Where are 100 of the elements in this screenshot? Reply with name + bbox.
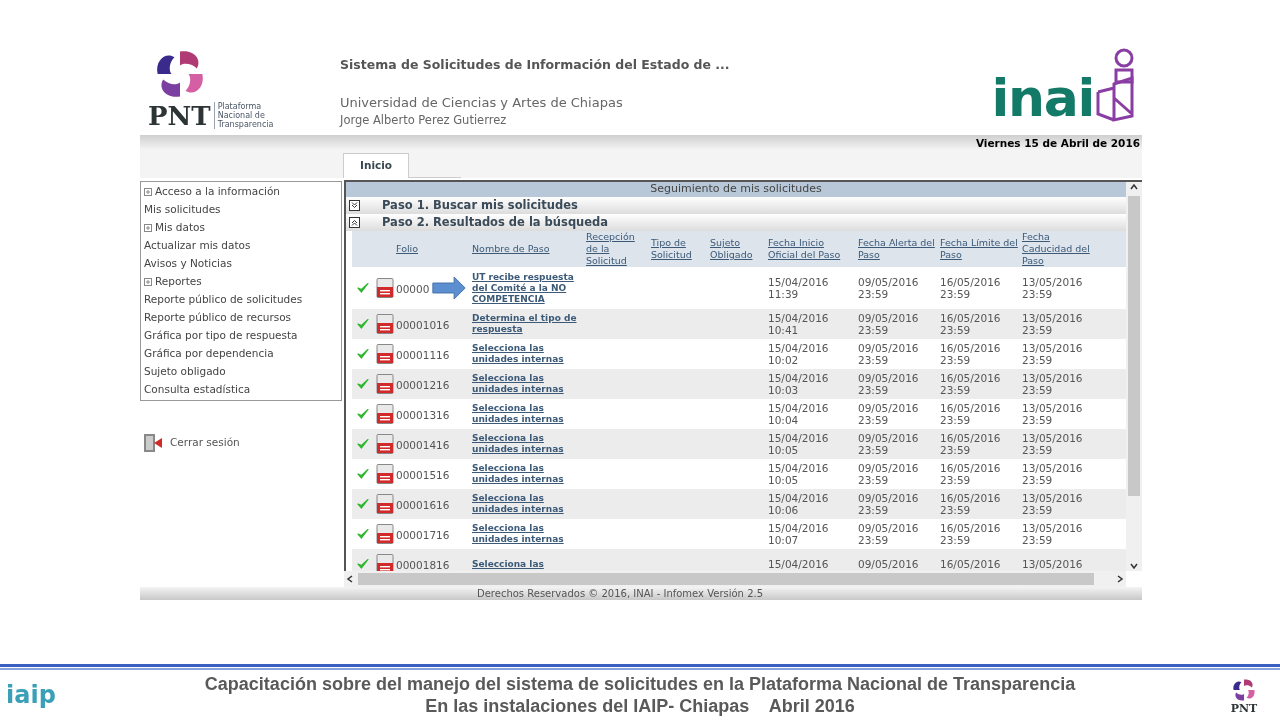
- tab[interactable]: Inicio: [343, 153, 410, 178]
- menu-section[interactable]: Acceso a la información: [155, 184, 280, 200]
- brand-logo-text: inai: [991, 72, 1094, 124]
- pdf-icon[interactable]: [376, 434, 394, 454]
- menu-link[interactable]: Avisos y Noticias: [144, 256, 232, 272]
- date-cell-text: 09/05/2016 23:59: [858, 492, 920, 516]
- step-link[interactable]: Selecciona las unidades internas: [472, 433, 586, 455]
- date-cell-text: 16/05/2016 23:59: [940, 312, 1002, 336]
- pdf-icon[interactable]: [376, 344, 394, 364]
- date-cell-text: 13/05/2016 23:59: [1022, 312, 1084, 336]
- folio-cell: 00001816: [396, 559, 450, 571]
- pdf-icon[interactable]: [376, 554, 394, 571]
- menu-section[interactable]: Reportes: [155, 274, 202, 290]
- collapse-icon[interactable]: [349, 217, 360, 228]
- vertical-scrollbar[interactable]: [1126, 182, 1142, 571]
- step-link[interactable]: Selecciona las unidades internas: [472, 463, 586, 485]
- column-header[interactable]: Folio: [396, 243, 468, 255]
- date-cell-text: 09/05/2016 23:59: [858, 276, 920, 300]
- date-cell-text: 13/05/2016 23:59: [1022, 432, 1084, 456]
- folio-cell: 00001516: [396, 469, 450, 481]
- corner-logo-text: PNT: [1230, 702, 1258, 714]
- date-cell-text: 09/05/2016 23:59: [858, 432, 920, 456]
- menu-link[interactable]: Reporte público de solicitudes: [144, 292, 303, 308]
- menu-link[interactable]: Actualizar mis datos: [144, 238, 251, 254]
- date-cell-text: 13/05/2016 23:59: [1022, 492, 1084, 516]
- menu-link[interactable]: Reporte público de recursos: [144, 310, 292, 326]
- date-cell-text: 15/04/2016 11:39: [768, 276, 830, 300]
- step-link[interactable]: Selecciona las unidades internas: [472, 373, 586, 395]
- pdf-icon[interactable]: [376, 314, 394, 334]
- date-cell-text: 09/05/2016 23:59: [858, 342, 920, 366]
- step-link[interactable]: Selecciona las: [472, 558, 586, 570]
- menu-link[interactable]: Gráfica por tipo de respuesta: [144, 328, 298, 344]
- scroll-down-icon[interactable]: [1129, 561, 1139, 571]
- date-cell-text: 15/04/2016 10:04: [768, 402, 830, 426]
- date-cell-text: 13/05/2016 23:59: [1022, 402, 1084, 426]
- date-cell-text: 13/05/2016 23:59: [1022, 342, 1084, 366]
- column-header[interactable]: Recepción de la Solicitud: [586, 231, 647, 267]
- date-cell-text: 15/04/2016: [768, 558, 830, 570]
- pdf-icon[interactable]: [376, 464, 394, 484]
- expand-icon[interactable]: [349, 200, 360, 211]
- system-title: Sistema de Solicitudes de Información del Estado de ...: [340, 56, 730, 74]
- column-header[interactable]: Fecha Alerta del Paso: [858, 237, 936, 261]
- column-header[interactable]: Sujeto Obligado: [710, 237, 764, 261]
- date-cell-text: 16/05/2016 23:59: [940, 462, 1002, 486]
- menu-link[interactable]: Consulta estadística: [144, 382, 251, 398]
- pdf-icon[interactable]: [376, 278, 394, 298]
- pdf-icon[interactable]: [376, 404, 394, 424]
- date-cell-text: 09/05/2016 23:59: [858, 312, 920, 336]
- date-cell-text: 16/05/2016 23:59: [940, 342, 1002, 366]
- date-cell-text: 15/04/2016 10:03: [768, 372, 830, 396]
- date-cell-text: 16/05/2016 23:59: [940, 432, 1002, 456]
- folio-cell: 00001316: [396, 409, 450, 421]
- date-cell-text: 09/05/2016 23:59: [858, 372, 920, 396]
- date-cell-text: 16/05/2016 23:59: [940, 372, 1002, 396]
- copyright-footer: Derechos Reservados © 2016, INAI - Infomex Versión 2.5: [477, 586, 764, 601]
- step-link[interactable]: Selecciona las unidades internas: [472, 403, 586, 425]
- date-cell-text: 15/04/2016 10:06: [768, 492, 830, 516]
- date-cell-text: 09/05/2016 23:59: [858, 462, 920, 486]
- menu-link[interactable]: Gráfica por dependencia: [144, 346, 274, 362]
- folio-cell: 00001716: [396, 529, 450, 541]
- date-cell-text: 15/04/2016 10:02: [768, 342, 830, 366]
- logo-caption: Plataforma Nacional de Transparencia: [213, 102, 284, 129]
- step-link[interactable]: Determina el tipo de respuesta: [472, 313, 586, 335]
- column-header[interactable]: Fecha Límite del Paso: [940, 237, 1018, 261]
- menu-link[interactable]: Sujeto obligado: [144, 364, 226, 380]
- folio-cell: 00001616: [396, 499, 450, 511]
- scroll-up-icon[interactable]: [1129, 182, 1139, 192]
- folio-cell: 00001416: [396, 439, 450, 451]
- date-cell-text: 13/05/2016 23:59: [1022, 522, 1084, 546]
- slide-logo-text: iaip: [6, 683, 56, 707]
- step-link[interactable]: UT recibe respuesta del Comité a la NO COMPETENCIA: [472, 271, 586, 305]
- date-cell-text: 09/05/2016 23:59: [858, 522, 920, 546]
- pdf-icon[interactable]: [376, 374, 394, 394]
- date-cell-text: 09/05/2016 23:59: [858, 402, 920, 426]
- slide-caption: Capacitación sobre del manejo del sistema de solicitudes en la Plataforma Nacional de Transparencia: [204, 673, 1076, 695]
- exit-door-icon[interactable]: [142, 433, 164, 453]
- step-link[interactable]: Selecciona las unidades internas: [472, 343, 586, 365]
- column-header[interactable]: Fecha Caducidad del Paso: [1022, 231, 1102, 267]
- column-header[interactable]: Tipo de Solicitud: [651, 237, 706, 261]
- column-header[interactable]: Nombre de Paso: [472, 243, 582, 255]
- date-cell-text: 09/05/2016: [858, 558, 920, 570]
- date-cell-text: 16/05/2016: [940, 558, 1002, 570]
- column-header[interactable]: Fecha Inicio Oficial del Paso: [768, 237, 854, 261]
- step-link[interactable]: Selecciona las unidades internas: [472, 493, 586, 515]
- step-link[interactable]: Selecciona las unidades internas: [472, 523, 586, 545]
- date-cell-text: 15/04/2016 10:05: [768, 462, 830, 486]
- date-cell-text: 16/05/2016 23:59: [940, 276, 1002, 300]
- date-cell-text: 15/04/2016 10:07: [768, 522, 830, 546]
- pdf-icon[interactable]: [376, 494, 394, 514]
- pdf-icon[interactable]: [376, 524, 394, 544]
- date-cell-text: 16/05/2016 23:59: [940, 492, 1002, 516]
- horizontal-scrollbar[interactable]: [344, 571, 1126, 587]
- menu-link[interactable]: Mis solicitudes: [144, 202, 221, 218]
- logout-link[interactable]: Cerrar sesión: [170, 435, 240, 451]
- date-cell-text: 13/05/2016: [1022, 558, 1084, 570]
- folio-cell: 00000: [396, 283, 430, 295]
- menu-section[interactable]: Mis datos: [155, 220, 205, 236]
- current-date: Viernes 15 de Abril de 2016: [975, 136, 1141, 152]
- institution-name: Universidad de Ciencias y Artes de Chiapas: [340, 93, 624, 112]
- user-name: Jorge Alberto Perez Gutierrez: [340, 112, 508, 130]
